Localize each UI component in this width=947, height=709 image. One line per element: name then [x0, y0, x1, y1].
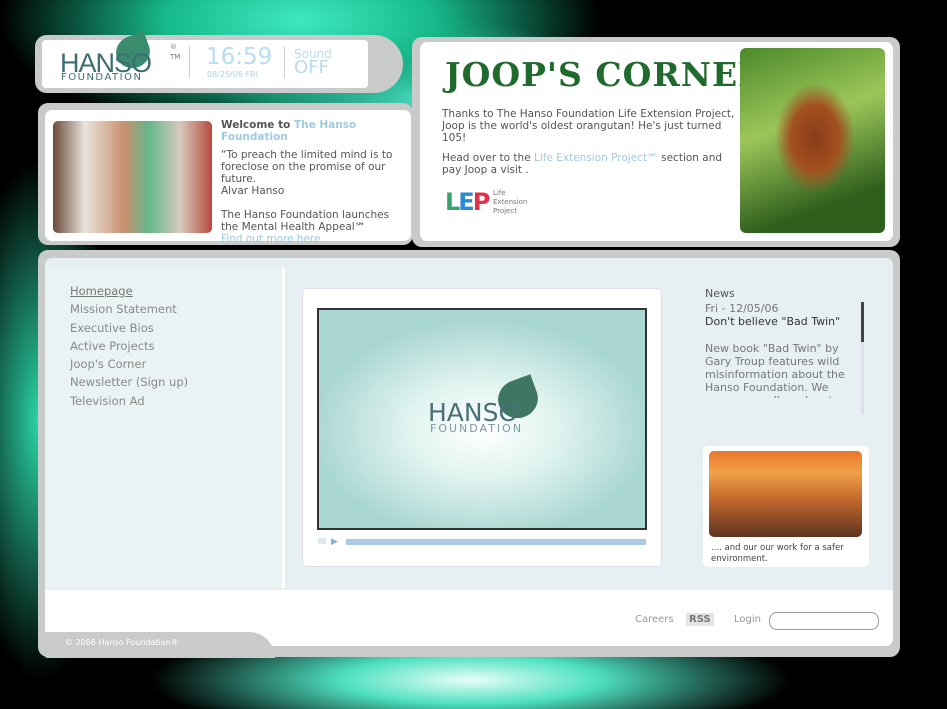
joop-title: JOOP'S CORNER — [445, 55, 767, 94]
lep-caption: Life Extension Project — [493, 189, 528, 215]
students-photo — [53, 121, 212, 233]
news-heading: News — [705, 287, 735, 300]
life-extension-link[interactable]: Life Extension Project℠ — [534, 152, 658, 164]
nav-active-projects[interactable]: Active Projects — [70, 337, 188, 355]
clock-date: 08/25/06 FRI — [207, 70, 258, 79]
rss-button[interactable]: RSS — [686, 613, 714, 626]
nav-executive-bios[interactable]: Executive Bios — [70, 319, 188, 337]
news-panel: News Fri - 12/05/06 Don't believe "Bad T… — [705, 287, 857, 398]
play-icon[interactable]: ▶ — [331, 537, 338, 547]
nav-mission-statement[interactable]: Mission Statement — [70, 300, 188, 318]
careers-link[interactable]: Careers — [635, 614, 674, 625]
video-logo-subtext: FOUNDATION — [430, 422, 524, 435]
lep-logo[interactable]: LEP — [445, 188, 490, 216]
news-title[interactable]: Don't believe "Bad Twin" — [705, 315, 857, 328]
nav-joops-corner[interactable]: Joop's Corner — [70, 355, 188, 373]
sound-toggle[interactable]: Sound OFF — [294, 48, 332, 78]
stop-icon[interactable] — [318, 538, 326, 544]
login-input[interactable] — [769, 612, 879, 630]
welcome-text: Welcome to The Hanso Foundation “To prea… — [221, 119, 406, 245]
joop-text: Thanks to The Hanso Foundation Life Exte… — [442, 108, 737, 176]
promo-caption: .... and our our work for a safer enviro… — [711, 543, 844, 564]
nav-homepage[interactable]: Homepage — [70, 282, 188, 300]
orangutan-photo — [740, 48, 885, 233]
news-date: Fri - 12/05/06 — [705, 302, 779, 315]
hanso-logo[interactable]: HANSO FOUNDATION — [58, 31, 168, 86]
news-scrollbar-thumb[interactable] — [861, 302, 864, 342]
video-progress-bar[interactable] — [346, 539, 646, 545]
clock-time: 16:59 — [206, 44, 273, 70]
login-label: Login — [734, 614, 761, 625]
find-out-more-link[interactable]: Find out more here. — [221, 233, 406, 245]
side-nav: Homepage Mission Statement Executive Bio… — [70, 282, 188, 410]
nav-newsletter[interactable]: Newsletter (Sign up) — [70, 373, 188, 391]
joop-text-2: Head over to the — [442, 152, 531, 164]
welcome-title: Welcome to — [221, 119, 291, 131]
quote-author: Alvar Hanso — [221, 185, 285, 197]
divider — [284, 46, 285, 78]
nav-television-ad[interactable]: Television Ad — [70, 392, 188, 410]
sound-state: OFF — [294, 57, 329, 78]
news-body: New book "Bad Twin" by Gary Troup featur… — [705, 342, 845, 398]
copyright: © 2006 Hanso Foundation® — [65, 638, 179, 647]
quote: “To preach the limited mind is to forecl… — [221, 149, 393, 185]
city-photo — [709, 451, 862, 537]
divider — [189, 46, 190, 78]
joop-text-1: Thanks to The Hanso Foundation Life Exte… — [442, 108, 735, 144]
announcement: The Hanso Foundation launches the Mental… — [221, 209, 390, 233]
logo-subtext: FOUNDATION — [61, 72, 143, 83]
trademark-marks: ® TM — [170, 43, 181, 61]
